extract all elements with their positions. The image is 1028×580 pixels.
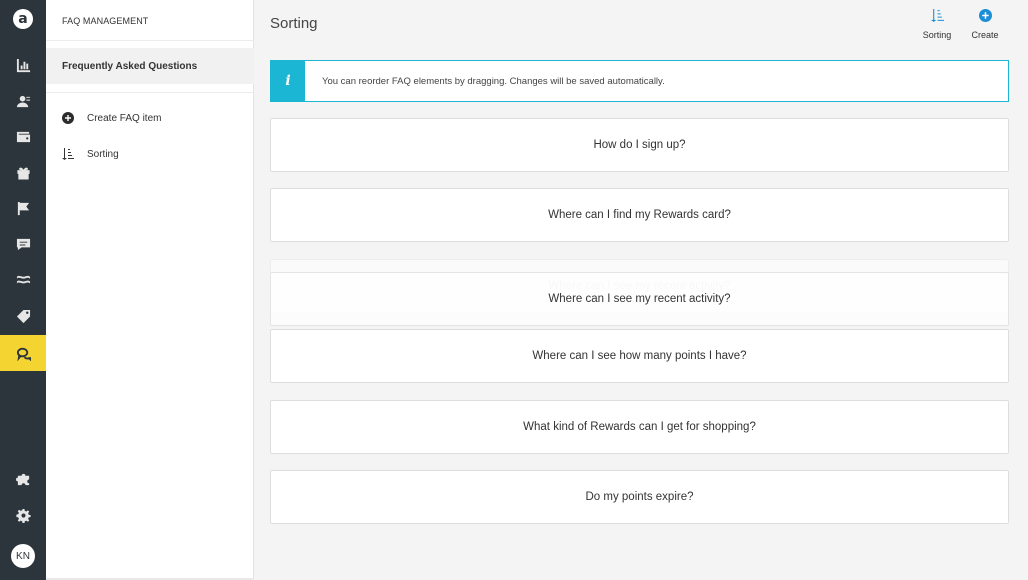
subnav-item-faq[interactable]: Frequently Asked Questions — [46, 48, 254, 84]
waves-icon[interactable] — [0, 262, 46, 298]
page-title: Sorting — [270, 15, 318, 32]
dashboard-icon[interactable] — [0, 47, 46, 83]
faq-item[interactable]: Where can I see how many points I have? — [270, 329, 1009, 383]
puzzle-icon[interactable] — [0, 461, 46, 497]
faq-item[interactable]: What kind of Rewards can I get for shopp… — [270, 400, 1009, 454]
faq-item[interactable]: How do I sign up? — [270, 118, 1009, 172]
tag-icon[interactable] — [0, 298, 46, 334]
info-banner: i You can reorder FAQ elements by draggi… — [270, 60, 1009, 102]
logo-mark: a — [13, 9, 33, 29]
faq-item[interactable]: Do my points expire? — [270, 470, 1009, 524]
plus-circle-icon — [978, 6, 992, 24]
gift-icon[interactable] — [0, 154, 46, 190]
faq-item[interactable]: Where can I find my Rewards card? — [270, 188, 1009, 242]
subnav-item-create-faq[interactable]: Create FAQ item — [62, 110, 161, 126]
gear-icon[interactable] — [0, 497, 46, 533]
sort-icon — [62, 148, 74, 160]
avatar[interactable]: KN — [11, 544, 35, 568]
sort-icon — [930, 6, 944, 24]
subnav-item-sorting[interactable]: Sorting — [62, 146, 119, 162]
faq-icon[interactable] — [0, 335, 46, 371]
sorting-button[interactable]: Sorting — [913, 6, 961, 46]
sorting-button-label: Sorting — [922, 30, 952, 40]
divider — [46, 40, 254, 41]
subnav-title: FAQ MANAGEMENT — [62, 16, 149, 26]
wallet-icon[interactable] — [0, 118, 46, 154]
chat-icon[interactable] — [0, 226, 46, 262]
info-icon: i — [271, 61, 305, 101]
info-message: You can reorder FAQ elements by dragging… — [322, 75, 665, 87]
flag-icon[interactable] — [0, 190, 46, 226]
app-logo[interactable]: a — [0, 0, 46, 38]
customers-icon[interactable] — [0, 83, 46, 119]
app-rail: a KN — [0, 0, 46, 580]
subnav-item-label: Sorting — [87, 148, 119, 160]
main-content: Sorting Sorting Create i You can reorder… — [254, 0, 1028, 580]
subnav-item-label: Create FAQ item — [87, 112, 162, 124]
create-button[interactable]: Create — [961, 6, 1009, 46]
faq-subnav: FAQ MANAGEMENT Frequently Asked Question… — [46, 0, 254, 578]
faq-item-dragging[interactable]: Where can I see my recent activity? — [270, 272, 1009, 326]
plus-circle-icon — [62, 112, 74, 124]
create-button-label: Create — [971, 30, 999, 40]
divider — [46, 92, 254, 93]
